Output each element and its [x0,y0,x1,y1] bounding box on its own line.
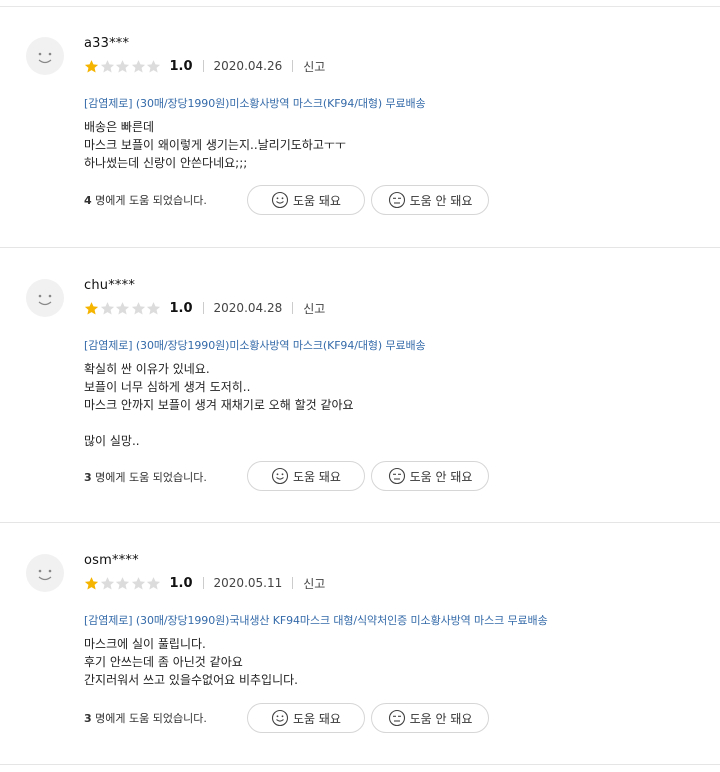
separator [292,60,294,72]
helpful-button-label: 도움 돼요 [293,711,341,726]
star-rating [84,576,162,591]
unhelpful-button[interactable]: 도움 안 돼요 [371,461,489,491]
smiley-avatar-icon [38,569,52,581]
helpful-count-text: 3 명에게 도움 되었습니다. [84,710,207,726]
star-rating [84,301,162,316]
helpful-button[interactable]: 도움 돼요 [247,185,365,215]
unhelpful-button-label: 도움 안 돼요 [409,469,473,484]
report-link[interactable]: 신고 [303,575,325,592]
rating-score: 1.0 [169,575,193,591]
helpful-suffix: 명에게 도움 되었습니다. [91,712,207,725]
review-date: 2020.04.28 [213,301,283,315]
star-filled-icon [84,576,99,589]
report-link[interactable]: 신고 [303,58,325,75]
smiley-avatar-icon [38,52,52,64]
separator [202,577,204,589]
helpful-suffix: 명에게 도움 되었습니다. [91,471,207,484]
helpful-button[interactable]: 도움 돼요 [247,703,365,733]
star-empty-icon [115,576,130,589]
avatar [26,37,64,75]
star-rating [84,59,162,74]
smiley-avatar-icon [38,294,52,306]
reviewer-username: a33*** [84,36,130,51]
unhelpful-button[interactable]: 도움 안 돼요 [371,703,489,733]
separator [202,60,204,72]
star-empty-icon [146,301,161,314]
product-link[interactable]: [감염제로] (30매/장당1990원)미소황사방역 마스크(KF94/대형) … [84,95,426,111]
separator [202,302,204,314]
star-empty-icon [100,576,114,589]
review-card: a33*** 1.0 2020.04.26 신고 [감염제로] (30매/장당1… [0,6,720,247]
star-empty-icon [100,59,114,72]
rating-row: 1.0 2020.05.11 신고 [84,575,325,591]
star-empty-icon [115,59,130,72]
review-card: osm**** 1.0 2020.05.11 신고 [감염제로] (30매/장당… [0,523,720,763]
helpful-button-label: 도움 돼요 [293,193,341,208]
helpful-button[interactable]: 도움 돼요 [247,461,365,491]
star-empty-icon [100,301,114,314]
avatar [26,554,64,592]
neutral-face-icon [388,467,405,485]
unhelpful-button-label: 도움 안 돼요 [409,193,473,208]
smile-face-icon [271,191,289,209]
review-body: 확실히 싼 이유가 있네요. 보플이 너무 심하게 생겨 도저히.. 마스크 안… [84,362,354,448]
star-filled-icon [84,59,99,72]
unhelpful-button-label: 도움 안 돼요 [409,711,473,726]
review-date: 2020.04.26 [213,59,283,73]
helpful-suffix: 명에게 도움 되었습니다. [91,194,207,207]
neutral-face-icon [388,191,405,209]
avatar [26,279,64,317]
review-date: 2020.05.11 [213,576,283,590]
product-link[interactable]: [감염제로] (30매/장당1990원)미소황사방역 마스크(KF94/대형) … [84,337,426,353]
helpful-count: 4 [84,194,92,207]
product-link[interactable]: [감염제로] (30매/장당1990원)국내생산 KF94마스크 대형/식약처인… [84,612,548,628]
rating-row: 1.0 2020.04.26 신고 [84,58,325,74]
star-empty-icon [131,59,145,72]
helpful-count-text: 3 명에게 도움 되었습니다. [84,469,207,485]
reviewer-username: chu**** [84,278,136,293]
star-empty-icon [115,301,130,314]
star-empty-icon [131,576,145,589]
separator [292,302,294,314]
reviewer-username: osm**** [84,553,139,568]
star-empty-icon [146,576,161,589]
separator [292,577,294,589]
rating-row: 1.0 2020.04.28 신고 [84,300,325,316]
review-body: 배송은 빠른데 마스크 보플이 왜이렇게 생기는지..날리기도하고ㅜㅜ 하나썼는… [84,120,346,170]
helpful-count: 3 [84,712,92,725]
smile-face-icon [271,467,289,485]
rating-score: 1.0 [169,300,193,316]
smile-face-icon [271,709,289,727]
rating-score: 1.0 [169,58,193,74]
review-card: chu**** 1.0 2020.04.28 신고 [감염제로] (30매/장당… [0,248,720,522]
star-empty-icon [131,301,145,314]
neutral-face-icon [388,709,405,727]
helpful-count-text: 4 명에게 도움 되었습니다. [84,192,207,208]
helpful-count: 3 [84,471,92,484]
star-filled-icon [84,301,99,314]
unhelpful-button[interactable]: 도움 안 돼요 [371,185,489,215]
review-divider [0,764,720,765]
review-body: 마스크에 실이 풀립니다. 후기 안쓰는데 좀 아닌것 같아요 간지러워서 쓰고… [84,637,298,687]
star-empty-icon [146,59,161,72]
report-link[interactable]: 신고 [303,300,325,317]
helpful-button-label: 도움 돼요 [293,469,341,484]
